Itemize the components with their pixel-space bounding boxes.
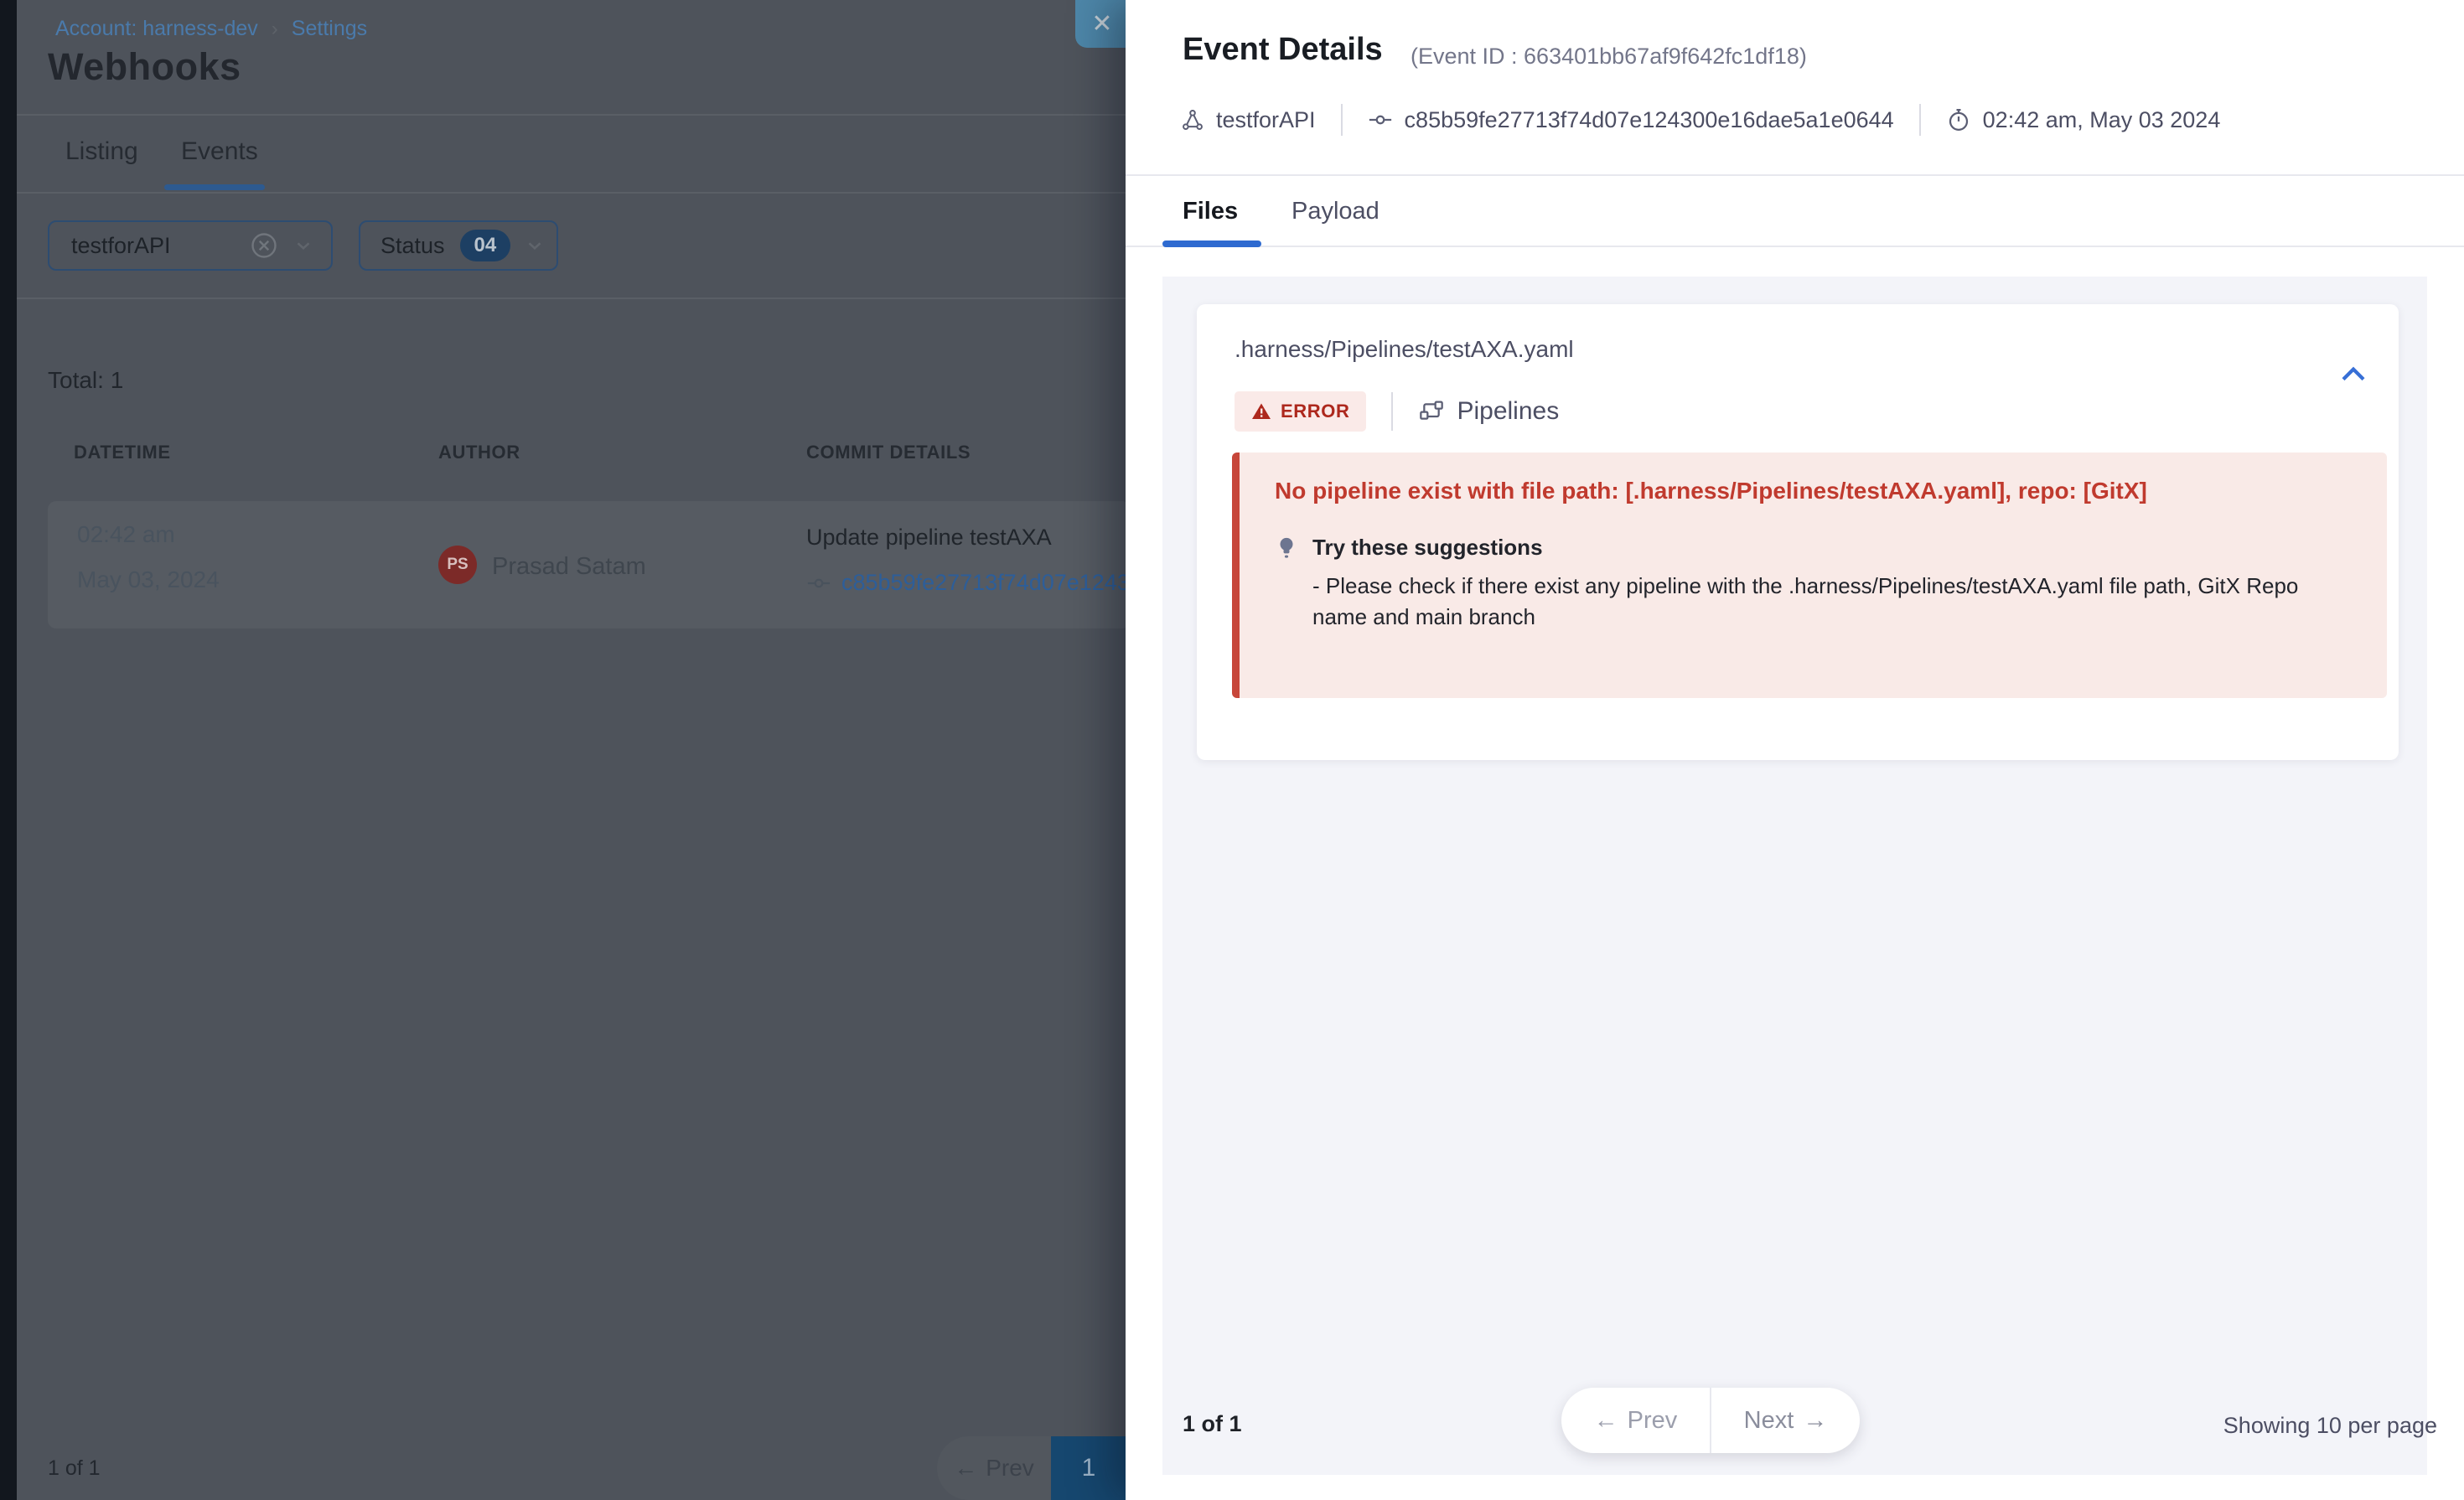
avatar: PS [438,546,477,584]
column-header-author: AUTHOR [438,442,520,463]
total-count-label: Total: 1 [48,367,123,394]
warning-triangle-icon [1251,401,1271,422]
arrow-left-icon: ← [1594,1407,1618,1435]
backdrop-pagination: ← Prev 1 [937,1436,1126,1500]
tab-payload[interactable]: Payload [1292,198,1380,225]
active-tab-underline [164,184,265,190]
webhook-filter-value: testforAPI [71,233,171,259]
author-name: Prasad Satam [492,553,646,581]
status-filter-label: Status [380,233,445,259]
next-file-button[interactable]: Next → [1711,1388,1860,1453]
tab-files[interactable]: Files [1183,198,1238,225]
clear-filter-icon[interactable] [249,230,279,261]
event-id-label: (Event ID : 663401bb67af9f642fc1df18) [1411,44,1807,70]
active-tab-underline [1162,241,1261,247]
entity-type: Pipelines [1418,397,1559,426]
row-date: May 03, 2024 [77,566,220,593]
commit-icon [806,571,831,596]
meta-divider [1919,104,1921,136]
status-filter-select[interactable]: Status 04 [359,220,558,271]
meta-commit-sha: c85b59fe27713f74d07e124300e16dae5a1e0644 [1405,107,1894,133]
prev-page-button[interactable]: ← Prev [937,1436,1051,1500]
file-result-card: .harness/Pipelines/testAXA.yaml ERROR [1197,304,2399,760]
status-count-badge: 04 [460,230,511,261]
commit-icon [1368,107,1393,132]
collapse-card-button[interactable] [2340,365,2367,383]
commit-link-row: c85b59fe27713f74d07e124300e16dae5a1e0644 [806,570,1131,596]
file-status-row: ERROR Pipelines [1235,391,1559,432]
breadcrumb-settings-link[interactable]: Settings [292,17,367,41]
pipelines-icon [1418,398,1445,425]
row-time: 02:42 am [77,521,175,548]
webhook-filter-select[interactable]: testforAPI [48,220,333,271]
tab-listing[interactable]: Listing [65,137,138,166]
meta-timestamp: 02:42 am, May 03 2024 [1983,107,2221,133]
chevron-up-icon [2340,365,2367,383]
screen: Account: harness-dev › Settings Webhooks… [0,0,2464,1500]
drawer-header-divider [1126,174,2464,176]
breadcrumb: Account: harness-dev › Settings [55,17,367,41]
error-details-box: No pipeline exist with file path: [.harn… [1232,453,2387,698]
suggestion-body: - Please check if there exist any pipeli… [1312,571,2356,633]
backdrop-page-info: 1 of 1 [48,1456,101,1481]
error-message: No pipeline exist with file path: [.harn… [1275,478,2357,504]
chevron-down-icon [524,235,546,256]
tab-events[interactable]: Events [181,137,258,166]
commit-sha-link[interactable]: c85b59fe27713f74d07e124300e16dae5a1e0644 [841,570,1131,596]
drawer-close-button[interactable]: ✕ [1075,0,1129,48]
per-page-label: Showing 10 per page [2223,1413,2437,1439]
event-details-drawer: Event Details (Event ID : 663401bb67af9f… [1126,0,2464,1500]
arrow-left-icon: ← [954,1455,977,1482]
file-path: .harness/Pipelines/testAXA.yaml [1235,336,1574,363]
suggestion-title: Try these suggestions [1312,535,1543,561]
suggestion-header: Try these suggestions [1275,535,2357,561]
event-table-row[interactable]: 02:42 am May 03, 2024 PS Prasad Satam Up… [48,501,1131,628]
entity-type-label: Pipelines [1457,397,1559,426]
drawer-title: Event Details [1183,32,1383,68]
prev-file-button[interactable]: ← Prev [1561,1388,1711,1453]
column-header-commit-details: COMMIT DETAILS [806,442,971,463]
page-title: Webhooks [48,45,241,89]
error-badge-label: ERROR [1281,401,1349,422]
drawer-page-info: 1 of 1 [1183,1411,1242,1437]
meta-divider [1341,104,1343,136]
commit-message: Update pipeline testAXA [806,525,1052,551]
drawer-pagination: ← Prev Next → [1561,1388,1860,1453]
drawer-tabs-divider [1126,246,2464,247]
left-nav-strip [0,0,17,1500]
column-header-datetime: DATETIME [74,442,171,463]
breadcrumb-account-link[interactable]: Account: harness-dev [55,17,258,41]
close-icon: ✕ [1091,9,1112,39]
chevron-down-icon [292,235,314,256]
arrow-right-icon: → [1803,1407,1827,1435]
badge-divider [1391,392,1393,431]
breadcrumb-separator-icon: › [272,18,278,41]
clock-icon [1946,107,1971,132]
webhook-icon [1181,108,1204,132]
meta-webhook-name: testforAPI [1216,107,1316,133]
lightbulb-icon [1275,535,1298,561]
error-status-badge: ERROR [1235,391,1366,432]
page-1-button[interactable]: 1 [1051,1436,1126,1500]
event-meta-row: testforAPI c85b59fe27713f74d07e124300e16… [1181,104,2220,136]
